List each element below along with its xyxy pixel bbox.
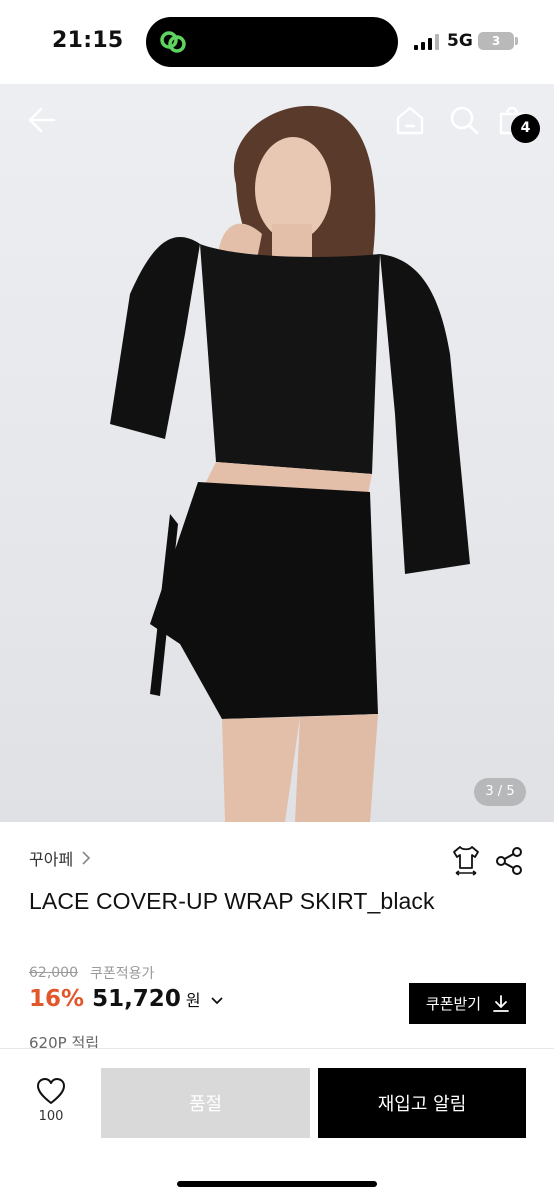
search-icon (450, 106, 479, 135)
network-type: 5G (447, 31, 473, 51)
original-price-row: 62,000 쿠폰적용가 (29, 963, 154, 983)
cart-count-badge: 4 (511, 114, 540, 143)
sale-price: 51,720 (92, 986, 181, 1012)
home-icon (396, 106, 424, 135)
get-coupon-label: 쿠폰받기 (425, 995, 482, 1013)
home-button[interactable] (392, 102, 428, 138)
link-rings-icon (160, 31, 186, 53)
currency-unit: 원 (185, 991, 201, 1010)
back-arrow-icon (28, 107, 56, 133)
like-count: 100 (38, 1109, 64, 1124)
image-pager: 3 / 5 (474, 778, 526, 806)
product-photo (110, 105, 470, 822)
battery-icon: 3 (478, 32, 514, 50)
get-coupon-button[interactable]: 쿠폰받기 (409, 983, 526, 1024)
signal-icon (414, 34, 439, 50)
shirt-size-icon (453, 846, 479, 876)
brand-name: 꾸아페 (29, 850, 74, 869)
coupon-applied-label: 쿠폰적용가 (90, 966, 155, 982)
search-button[interactable] (446, 102, 482, 138)
share-button[interactable] (494, 846, 524, 876)
price-row[interactable]: 16% 51,720 원 (29, 986, 223, 1012)
soldout-button[interactable]: 품절 (101, 1068, 310, 1138)
heart-icon (37, 1078, 65, 1104)
status-time: 21:15 (52, 28, 124, 53)
brand-link[interactable]: 꾸아페 (29, 846, 91, 870)
bottom-action-bar: 100 품절 재입고 알림 (0, 1048, 554, 1200)
product-title: LACE COVER-UP WRAP SKIRT_black (29, 888, 435, 914)
chevron-right-icon (82, 851, 91, 865)
dynamic-island (146, 17, 398, 67)
back-button[interactable] (24, 102, 60, 138)
battery-cap (515, 37, 518, 45)
share-icon (496, 847, 522, 875)
download-icon (493, 994, 509, 1012)
size-guide-button[interactable] (450, 844, 482, 876)
chevron-down-icon (210, 997, 223, 1005)
like-button[interactable]: 100 (26, 1077, 76, 1135)
product-image-carousel[interactable]: 4 3 / 5 (0, 84, 554, 822)
status-bar: 21:15 5G 3 (0, 0, 554, 84)
original-price: 62,000 (29, 965, 78, 981)
home-indicator (177, 1181, 377, 1187)
restock-alert-button[interactable]: 재입고 알림 (318, 1068, 526, 1138)
discount-rate: 16% (29, 986, 85, 1012)
